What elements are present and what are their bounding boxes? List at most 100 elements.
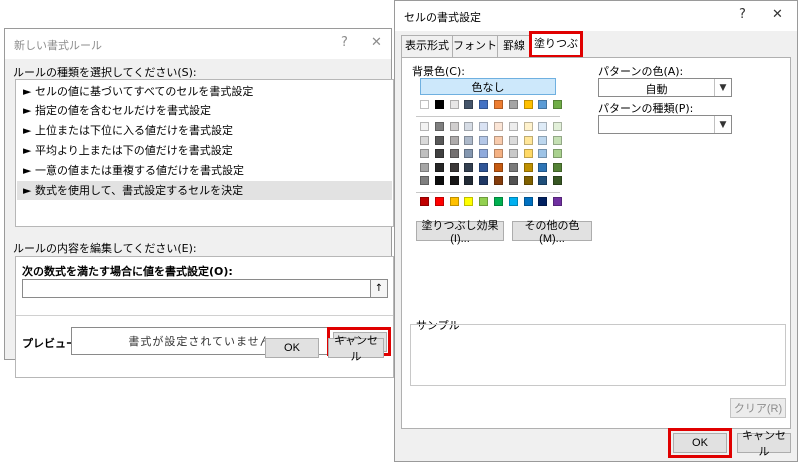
color-swatch[interactable] bbox=[553, 149, 563, 158]
tab-border[interactable]: 罫線 bbox=[497, 35, 531, 57]
color-swatch[interactable] bbox=[538, 162, 548, 172]
color-swatch[interactable] bbox=[449, 197, 459, 206]
color-swatch[interactable] bbox=[523, 100, 533, 109]
color-swatch[interactable] bbox=[508, 149, 518, 158]
color-swatch[interactable] bbox=[420, 135, 429, 145]
no-color-button[interactable]: 色なし bbox=[420, 78, 556, 95]
color-swatch[interactable] bbox=[479, 162, 489, 172]
color-swatch[interactable] bbox=[508, 197, 518, 206]
color-swatch[interactable] bbox=[494, 122, 503, 131]
color-swatch[interactable] bbox=[420, 197, 429, 206]
color-swatch[interactable] bbox=[538, 135, 548, 145]
color-swatch[interactable] bbox=[479, 135, 489, 145]
color-swatch[interactable] bbox=[553, 135, 563, 145]
color-swatch[interactable] bbox=[434, 135, 444, 145]
color-swatch[interactable] bbox=[553, 197, 563, 206]
color-swatch[interactable] bbox=[538, 100, 548, 109]
formula-input[interactable]: ↑ bbox=[22, 279, 388, 298]
ok-button-highlight bbox=[668, 428, 732, 458]
color-swatch[interactable] bbox=[464, 149, 474, 158]
color-swatch[interactable] bbox=[449, 162, 459, 172]
color-swatch[interactable] bbox=[494, 100, 503, 109]
color-swatch[interactable] bbox=[479, 176, 489, 185]
color-swatch[interactable] bbox=[464, 122, 474, 131]
color-swatch[interactable] bbox=[553, 176, 563, 185]
color-swatch[interactable] bbox=[449, 122, 459, 131]
rule-type-item[interactable]: ► 一意の値または重複する値だけを書式設定 bbox=[17, 161, 392, 180]
chevron-down-icon[interactable]: ▼ bbox=[714, 79, 731, 96]
color-swatch[interactable] bbox=[434, 100, 444, 109]
color-swatch[interactable] bbox=[420, 162, 429, 172]
rule-type-item[interactable]: ► 平均より上または下の値だけを書式設定 bbox=[17, 141, 392, 160]
collapse-dialog-icon[interactable]: ↑ bbox=[370, 280, 387, 297]
color-swatch[interactable] bbox=[538, 176, 548, 185]
color-swatch[interactable] bbox=[464, 197, 474, 206]
color-swatch[interactable] bbox=[494, 197, 503, 206]
pattern-type-dropdown[interactable]: ▼ bbox=[598, 115, 732, 134]
color-swatch[interactable] bbox=[420, 122, 429, 131]
color-swatch[interactable] bbox=[523, 149, 533, 158]
clear-button[interactable]: クリア(R) bbox=[730, 398, 786, 418]
close-icon[interactable]: ✕ bbox=[371, 35, 382, 50]
color-swatch[interactable] bbox=[508, 100, 518, 109]
fill-effects-button[interactable]: 塗りつぶし効果(I)... bbox=[416, 220, 504, 245]
color-swatch[interactable] bbox=[434, 176, 444, 185]
color-swatch[interactable] bbox=[420, 176, 429, 185]
color-swatch[interactable] bbox=[479, 100, 489, 109]
color-swatch[interactable] bbox=[494, 149, 503, 158]
close-icon[interactable]: ✕ bbox=[772, 7, 783, 22]
color-swatch[interactable] bbox=[464, 162, 474, 172]
color-swatch[interactable] bbox=[523, 176, 533, 185]
color-swatch[interactable] bbox=[553, 162, 563, 172]
color-swatch[interactable] bbox=[508, 162, 518, 172]
color-swatch[interactable] bbox=[449, 149, 459, 158]
color-swatch[interactable] bbox=[420, 100, 429, 109]
color-swatch[interactable] bbox=[508, 176, 518, 185]
rule-type-item[interactable]: ► セルの値に基づいてすべてのセルを書式設定 bbox=[17, 82, 392, 101]
tab-font[interactable]: フォント bbox=[452, 35, 498, 57]
color-swatch[interactable] bbox=[464, 100, 474, 109]
color-swatch[interactable] bbox=[508, 122, 518, 131]
color-swatch[interactable] bbox=[434, 149, 444, 158]
title-bar[interactable]: セルの書式設定 ? ✕ bbox=[395, 1, 797, 31]
color-swatch[interactable] bbox=[449, 176, 459, 185]
tab-number[interactable]: 表示形式 bbox=[401, 35, 453, 57]
rule-type-item-selected[interactable]: ► 数式を使用して、書式設定するセルを決定 bbox=[17, 181, 392, 200]
color-swatch[interactable] bbox=[523, 162, 533, 172]
rule-type-item[interactable]: ► 指定の値を含むセルだけを書式設定 bbox=[17, 101, 392, 120]
color-swatch[interactable] bbox=[479, 149, 489, 158]
color-swatch[interactable] bbox=[464, 176, 474, 185]
help-icon[interactable]: ? bbox=[739, 7, 746, 22]
color-swatch[interactable] bbox=[434, 162, 444, 172]
more-colors-button[interactable]: その他の色(M)... bbox=[512, 220, 592, 245]
color-swatch[interactable] bbox=[464, 135, 474, 145]
color-swatch[interactable] bbox=[494, 135, 503, 145]
color-swatch[interactable] bbox=[494, 176, 503, 185]
color-swatch[interactable] bbox=[538, 122, 548, 131]
color-swatch[interactable] bbox=[479, 197, 489, 206]
color-swatch[interactable] bbox=[434, 197, 444, 206]
cancel-button[interactable]: キャンセル bbox=[737, 430, 791, 458]
pattern-color-dropdown[interactable]: 自動 ▼ bbox=[598, 78, 732, 97]
color-swatch[interactable] bbox=[434, 122, 444, 131]
color-swatch[interactable] bbox=[538, 149, 548, 158]
help-icon[interactable]: ? bbox=[341, 35, 348, 50]
title-bar[interactable]: 新しい書式ルール ? ✕ bbox=[5, 29, 391, 59]
color-swatch[interactable] bbox=[494, 162, 503, 172]
color-swatch[interactable] bbox=[449, 100, 459, 109]
color-swatch[interactable] bbox=[420, 149, 429, 158]
color-swatch[interactable] bbox=[538, 197, 548, 206]
ok-button[interactable]: OK bbox=[265, 338, 319, 358]
color-swatch[interactable] bbox=[553, 122, 563, 131]
color-swatch[interactable] bbox=[508, 135, 518, 145]
chevron-down-icon[interactable]: ▼ bbox=[714, 116, 731, 133]
rule-type-list[interactable]: ► セルの値に基づいてすべてのセルを書式設定 ► 指定の値を含むセルだけを書式設… bbox=[15, 79, 394, 227]
color-swatch[interactable] bbox=[523, 197, 533, 206]
color-swatch[interactable] bbox=[553, 100, 563, 109]
color-swatch[interactable] bbox=[479, 122, 489, 131]
color-swatch[interactable] bbox=[523, 122, 533, 131]
rule-type-item[interactable]: ► 上位または下位に入る値だけを書式設定 bbox=[17, 121, 392, 140]
color-swatch[interactable] bbox=[523, 135, 533, 145]
color-swatch[interactable] bbox=[449, 135, 459, 145]
cancel-button[interactable]: キャンセル bbox=[328, 335, 384, 363]
